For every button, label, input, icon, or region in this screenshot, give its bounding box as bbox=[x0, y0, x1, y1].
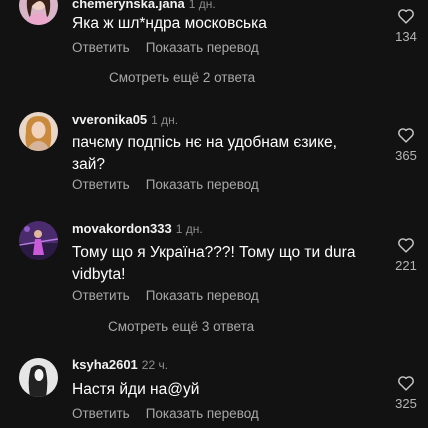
comment-actions: Ответить Показать перевод bbox=[72, 288, 259, 303]
avatar[interactable] bbox=[19, 112, 58, 151]
comment-text: Настя йди на@уй bbox=[72, 381, 200, 398]
like-control[interactable]: 325 bbox=[390, 375, 422, 411]
avatar[interactable] bbox=[19, 358, 58, 397]
like-count: 325 bbox=[395, 396, 417, 411]
comment-text: Яка ж шл*ндра московська bbox=[72, 15, 267, 32]
like-count: 134 bbox=[395, 29, 417, 44]
heart-outline-icon[interactable] bbox=[397, 127, 415, 143]
like-count: 365 bbox=[395, 148, 417, 163]
view-more-replies-label[interactable]: Смотреть ещё 2 ответа bbox=[109, 70, 255, 85]
heart-outline-icon[interactable] bbox=[397, 375, 415, 391]
username-text[interactable]: chemerynska.jana bbox=[72, 0, 185, 11]
reply-button[interactable]: Ответить bbox=[72, 40, 130, 55]
comment-time: 22 ч. bbox=[141, 358, 169, 372]
heart-outline-icon[interactable] bbox=[397, 8, 415, 24]
reply-button[interactable]: Ответить bbox=[72, 406, 130, 421]
comment-text: пачєму подпісь нє на удобнам єзике, зай? bbox=[72, 134, 337, 173]
comment-username[interactable]: chemerynska.jana 1 дн. bbox=[72, 0, 216, 11]
show-translation-button[interactable]: Показать перевод bbox=[146, 40, 259, 55]
like-control[interactable]: 221 bbox=[390, 237, 422, 273]
comment-username[interactable]: vveronika05 1 дн. bbox=[72, 112, 178, 127]
reply-button[interactable]: Ответить bbox=[72, 288, 130, 303]
comment-time: 1 дн. bbox=[175, 222, 203, 236]
view-more-replies[interactable]: Смотреть ещё 2 ответа bbox=[72, 70, 255, 85]
username-text[interactable]: movakordon333 bbox=[72, 221, 172, 236]
comment-username[interactable]: movakordon333 1 дн. bbox=[72, 221, 203, 236]
avatar[interactable] bbox=[19, 221, 58, 260]
comment-actions: Ответить Показать перевод bbox=[72, 406, 259, 421]
avatar[interactable] bbox=[19, 0, 58, 25]
comment-text: Тому що я Україна???! Тому що ти dura vi… bbox=[72, 244, 356, 283]
show-translation-button[interactable]: Показать перевод bbox=[146, 177, 259, 192]
view-more-replies[interactable]: Смотреть ещё 3 ответа bbox=[72, 319, 254, 334]
comment-time: 1 дн. bbox=[151, 113, 179, 127]
comment-actions: Ответить Показать перевод bbox=[72, 177, 259, 192]
username-text[interactable]: ksyha2601 bbox=[72, 357, 138, 372]
comment-actions: Ответить Показать перевод bbox=[72, 40, 259, 55]
show-translation-button[interactable]: Показать перевод bbox=[146, 288, 259, 303]
heart-outline-icon[interactable] bbox=[397, 237, 415, 253]
reply-button[interactable]: Ответить bbox=[72, 177, 130, 192]
like-control[interactable]: 365 bbox=[390, 127, 422, 163]
like-control[interactable]: 134 bbox=[390, 8, 422, 44]
view-more-replies-label[interactable]: Смотреть ещё 3 ответа bbox=[108, 319, 254, 334]
show-translation-button[interactable]: Показать перевод bbox=[146, 406, 259, 421]
comment-username[interactable]: ksyha2601 22 ч. bbox=[72, 357, 168, 372]
comment-time: 1 дн. bbox=[188, 0, 216, 11]
username-text[interactable]: vveronika05 bbox=[72, 112, 147, 127]
like-count: 221 bbox=[395, 258, 417, 273]
